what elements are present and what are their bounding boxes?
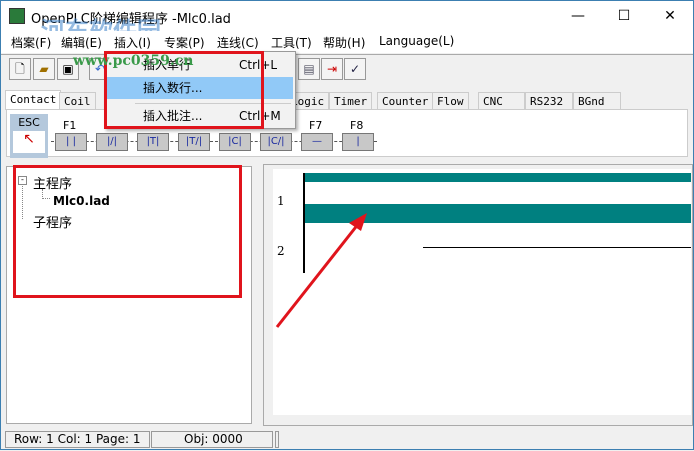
tree-line: [22, 186, 23, 219]
insert-row-icon[interactable]: ⇥: [321, 58, 343, 80]
menu-project[interactable]: 专案(P): [164, 34, 205, 51]
tab-bgnd[interactable]: BGnd: [573, 92, 621, 110]
pointer-arrow-icon: ↖: [13, 131, 45, 153]
esc-button[interactable]: ESC ↖: [10, 114, 48, 158]
status-position: Row: 1 Col: 1 Page: 1: [5, 431, 150, 448]
tab-contact[interactable]: Contact: [5, 90, 62, 110]
shortcut-label: Ctrl+M: [239, 109, 281, 123]
collapse-icon[interactable]: -: [18, 176, 27, 185]
left-power-rail: [303, 173, 305, 273]
tab-coil[interactable]: Coil: [59, 92, 96, 110]
counter-contact-button[interactable]: |C|: [219, 133, 251, 151]
vertical-line-button[interactable]: |: [342, 133, 374, 151]
timer-contact-button[interactable]: |T|: [137, 133, 169, 151]
menu-language[interactable]: Language(L): [379, 34, 454, 48]
selected-row-highlight: [304, 204, 691, 223]
row-number: 1: [277, 194, 285, 208]
key-f1: F1: [63, 119, 77, 132]
tab-counter[interactable]: Counter: [377, 92, 434, 110]
menu-connect[interactable]: 连线(C): [217, 34, 259, 51]
maximize-button[interactable]: ☐: [601, 1, 647, 31]
timer-nc-contact-button[interactable]: |T/|: [178, 133, 210, 151]
counter-nc-contact-button[interactable]: |C/|: [260, 133, 292, 151]
status-divider: [275, 431, 279, 448]
key-f8: F8: [350, 119, 364, 132]
shortcut-label: Ctrl+L: [239, 58, 278, 72]
monitor-icon[interactable]: ▤: [298, 58, 320, 80]
menu-item-insert-comment[interactable]: 插入批注... Ctrl+M: [107, 105, 293, 127]
tab-rs232[interactable]: RS232: [525, 92, 573, 110]
menu-separator: [135, 103, 291, 104]
app-icon: [9, 8, 25, 24]
open-folder-icon[interactable]: ▰: [33, 58, 55, 80]
menu-item-label: 插入批注...: [143, 109, 203, 123]
menu-insert[interactable]: 插入(I): [114, 34, 151, 51]
menu-tools[interactable]: 工具(T): [271, 34, 312, 51]
menu-file[interactable]: 档案(F): [11, 34, 51, 51]
menu-edit[interactable]: 编辑(E): [61, 34, 102, 51]
selected-row-highlight: [304, 173, 691, 182]
status-object: Obj: 0000: [151, 431, 273, 448]
watermark-url: www.pc0359.cn: [73, 53, 194, 69]
menu-item-insert-rows[interactable]: 插入数行...: [107, 77, 293, 99]
key-f7: F7: [309, 119, 323, 132]
rung-wire: [423, 247, 691, 248]
verify-icon[interactable]: ✓: [344, 58, 366, 80]
tab-cnc[interactable]: CNC: [478, 92, 525, 110]
menu-help[interactable]: 帮助(H): [323, 34, 365, 51]
tree-subroutine[interactable]: 子程序: [33, 212, 72, 231]
no-contact-button[interactable]: | |: [55, 133, 87, 151]
tab-timer[interactable]: Timer: [329, 92, 373, 110]
row-number: 2: [277, 244, 285, 258]
menu-item-label: 插入数行...: [143, 81, 203, 95]
close-button[interactable]: ✕: [647, 1, 693, 31]
minimize-button[interactable]: —: [555, 1, 601, 31]
tree-file-mlc0[interactable]: Mlc0.lad: [53, 194, 110, 208]
esc-label: ESC: [18, 116, 40, 129]
program-tree: [6, 166, 252, 424]
tab-flow[interactable]: Flow: [432, 92, 469, 110]
tree-main-program[interactable]: 主程序: [33, 173, 72, 192]
new-file-icon[interactable]: 🗋: [9, 58, 31, 80]
horizontal-line-button[interactable]: —: [301, 133, 333, 151]
nc-contact-button[interactable]: |/|: [96, 133, 128, 151]
